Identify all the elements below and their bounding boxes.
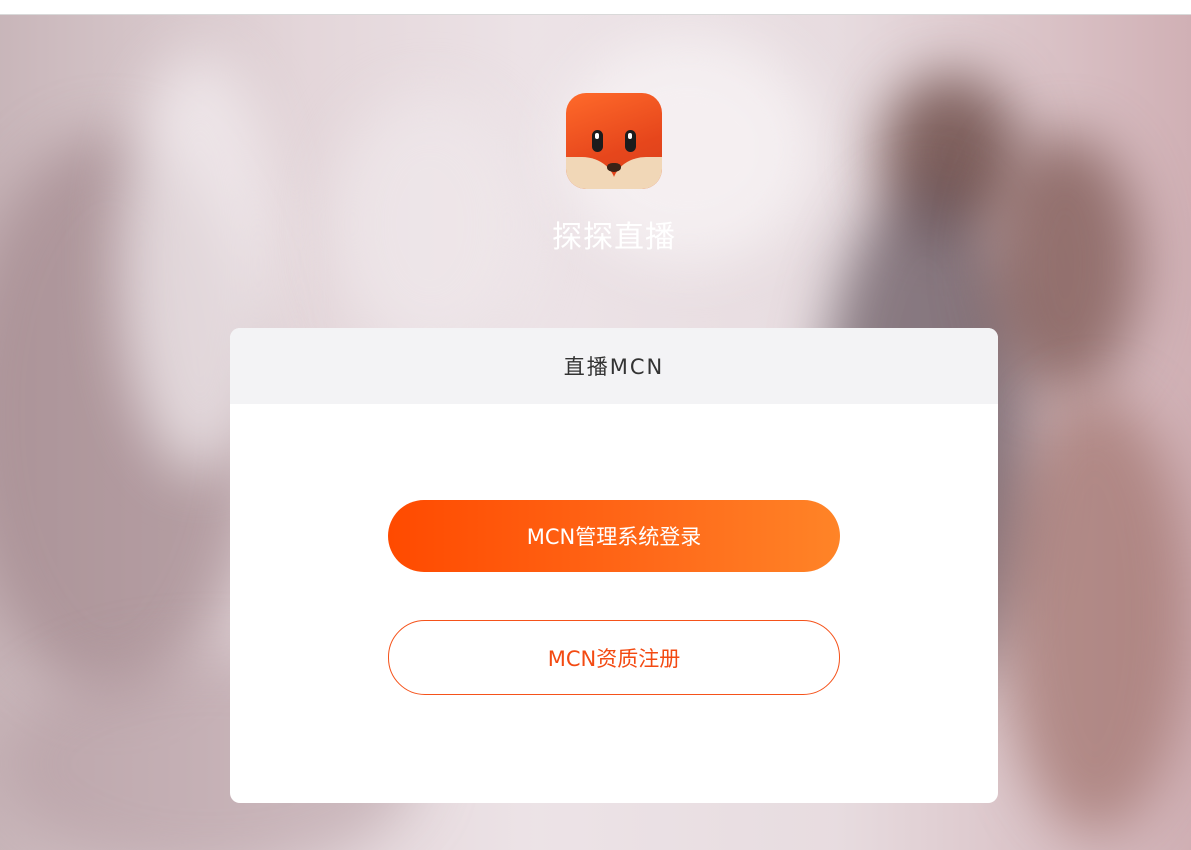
- app-name: 探探直播: [552, 220, 676, 255]
- mcn-register-button[interactable]: MCN资质注册: [388, 620, 840, 695]
- top-bar: [0, 0, 1191, 15]
- mcn-login-button[interactable]: MCN管理系统登录: [388, 500, 840, 572]
- mcn-register-button-label: MCN资质注册: [547, 646, 681, 671]
- login-page: 探探直播 直播MCN MCN管理系统登录 MCN资质注册: [0, 0, 1191, 850]
- fox-logo-icon: [566, 93, 662, 189]
- mcn-login-button-label: MCN管理系统登录: [526, 525, 702, 549]
- login-card: 直播MCN MCN管理系统登录 MCN资质注册: [230, 328, 998, 803]
- card-title: 直播MCN: [230, 328, 998, 404]
